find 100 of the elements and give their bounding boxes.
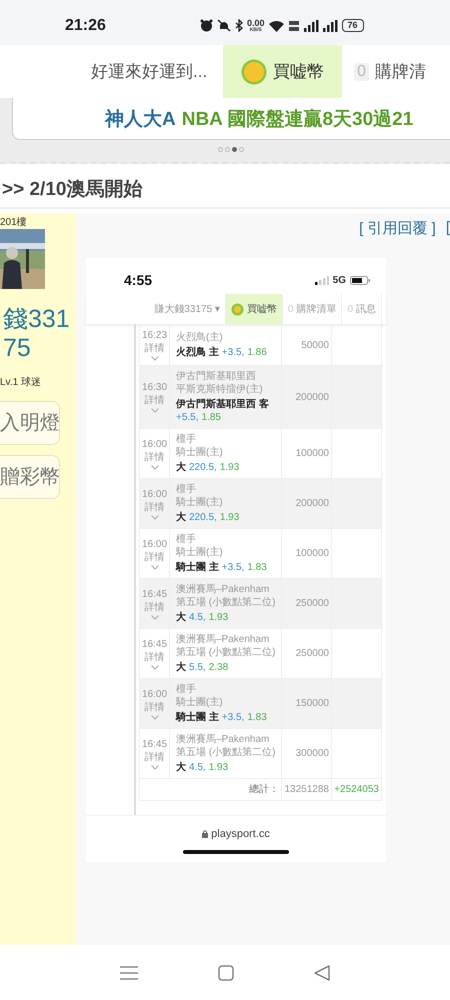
details-link[interactable]: 詳情 bbox=[142, 342, 167, 355]
bet-odds: 1.85 bbox=[202, 411, 221, 424]
back-icon[interactable] bbox=[314, 964, 330, 980]
reply-link[interactable]: [ bbox=[446, 219, 450, 238]
bet-odds: 1.93 bbox=[208, 611, 228, 624]
nav-link[interactable]: 訊息 bbox=[356, 302, 376, 316]
alarm-icon bbox=[200, 19, 213, 32]
details-link[interactable]: 詳情 bbox=[142, 550, 167, 564]
chevron-down-icon[interactable] bbox=[150, 356, 158, 361]
event-name: 平斯克斯特擂伊(主) bbox=[176, 383, 264, 396]
bet-time: 16:30 bbox=[142, 381, 167, 394]
bet-handicap: 5.5, bbox=[189, 661, 206, 674]
details-link[interactable]: 詳情 bbox=[142, 394, 167, 407]
signal-icon bbox=[314, 276, 329, 284]
bet-pick: 火烈鳥 主 bbox=[176, 346, 219, 359]
chevron-down-icon[interactable] bbox=[150, 408, 158, 413]
chevron-down-icon[interactable] bbox=[150, 564, 158, 570]
bet-odds: 1.93 bbox=[220, 461, 240, 474]
bet-amount: 150000 bbox=[282, 678, 332, 728]
carousel-dot[interactable] bbox=[225, 147, 230, 152]
bet-handicap: +3.5, bbox=[222, 711, 244, 724]
bet-time: 16:45 bbox=[142, 588, 167, 600]
mute-icon bbox=[217, 19, 231, 32]
bet-pick: 伊古門斯基耶里西 客 bbox=[176, 398, 269, 411]
bet-time: 16:00 bbox=[142, 538, 167, 550]
details-link[interactable]: 詳情 bbox=[142, 600, 167, 614]
buy-coin-button[interactable]: 買嘘幣 bbox=[226, 294, 283, 324]
event-name: 伊古門斯基耶里西 bbox=[176, 370, 257, 383]
wifi-icon bbox=[268, 20, 284, 32]
status-time: 21:26 bbox=[65, 16, 107, 34]
event-name: 騎士團(主) bbox=[176, 496, 224, 509]
bluetooth-icon bbox=[235, 19, 243, 32]
bet-handicap: +3.5, bbox=[222, 561, 244, 574]
carousel-dot[interactable] bbox=[218, 147, 223, 152]
bet-odds: 1.93 bbox=[208, 761, 228, 774]
banner-text: 神人大A bbox=[105, 108, 176, 132]
bet-pick: 大 bbox=[176, 661, 186, 674]
username[interactable]: 錢33175 bbox=[0, 305, 76, 362]
status-time: 4:55 bbox=[124, 272, 154, 288]
bet-time: 16:00 bbox=[142, 488, 167, 500]
chevron-down-icon[interactable] bbox=[150, 664, 158, 670]
event-name: 檀手 bbox=[176, 533, 197, 546]
chevron-down-icon[interactable] bbox=[150, 714, 158, 720]
reply-link[interactable]: [ 引用回覆 ] bbox=[359, 219, 436, 238]
lock-icon bbox=[202, 830, 208, 838]
bet-pick: 大 bbox=[176, 611, 186, 624]
nav-link[interactable]: 購牌清 bbox=[375, 60, 426, 83]
bet-amount: 300000 bbox=[282, 728, 332, 778]
event-name: 澳洲賽馬–Pakenham 第五場 (小數點第二位) bbox=[176, 733, 276, 759]
bet-handicap: +3.5, bbox=[222, 346, 244, 359]
event-name: 澳洲賽馬–Pakenham 第五場 (小數點第二位) bbox=[176, 583, 276, 609]
event-name: 火烈鳥(主) bbox=[176, 331, 224, 344]
chevron-down-icon[interactable] bbox=[150, 614, 158, 620]
event-name: 檀手 bbox=[176, 433, 197, 446]
event-name: 檀手 bbox=[176, 683, 197, 696]
bet-time: 16:00 bbox=[142, 438, 167, 450]
event-name: 騎士團(主) bbox=[176, 446, 224, 459]
details-link[interactable]: 詳情 bbox=[142, 450, 167, 464]
bet-handicap: 4.5, bbox=[189, 761, 206, 774]
bet-time: 16:45 bbox=[142, 638, 167, 650]
bet-amount: 200000 bbox=[282, 366, 332, 428]
thread-title: >> 2/10澳馬開始 bbox=[2, 178, 142, 202]
buy-coin-button[interactable]: 買嘘幣 bbox=[223, 45, 342, 98]
bet-pick: 大 bbox=[176, 461, 186, 474]
details-link[interactable]: 詳情 bbox=[142, 650, 167, 664]
bet-time: 16:23 bbox=[142, 329, 167, 342]
menu-icon[interactable] bbox=[120, 966, 138, 980]
details-link[interactable]: 詳情 bbox=[142, 700, 167, 714]
carousel-dot[interactable] bbox=[239, 147, 244, 152]
event-name: 澳洲賽馬–Pakenham 第五場 (小數點第二位) bbox=[176, 633, 276, 659]
battery-icon bbox=[350, 276, 370, 284]
home-icon[interactable] bbox=[218, 964, 234, 980]
event-name: 騎士團(主) bbox=[176, 696, 224, 709]
event-name: 騎士團(主) bbox=[176, 546, 224, 559]
bet-time: 16:45 bbox=[142, 738, 167, 750]
bet-handicap: 220.5, bbox=[189, 511, 217, 524]
bet-odds: 1.93 bbox=[220, 511, 240, 524]
action-button[interactable]: 贈彩幣 bbox=[0, 454, 60, 498]
floor-number: 201樓 bbox=[0, 216, 27, 229]
carousel-dot[interactable] bbox=[232, 147, 237, 152]
action-button[interactable]: 入明燈 bbox=[0, 400, 60, 444]
battery-level: 76 bbox=[342, 19, 364, 32]
chevron-down-icon[interactable] bbox=[150, 464, 158, 470]
network-type: 5G bbox=[332, 274, 346, 286]
bet-pick: 大 bbox=[176, 761, 186, 774]
nav-link[interactable]: 購牌清單 bbox=[296, 302, 336, 316]
chevron-down-icon[interactable] bbox=[150, 764, 158, 770]
signal-icon bbox=[304, 20, 319, 32]
bet-pick: 大 bbox=[176, 511, 186, 524]
bet-pick: 騎士團 主 bbox=[176, 561, 219, 574]
bet-odds: 1.83 bbox=[247, 711, 267, 724]
details-link[interactable]: 詳情 bbox=[142, 750, 167, 764]
chevron-down-icon[interactable] bbox=[150, 514, 158, 520]
bet-amount: 250000 bbox=[282, 578, 332, 628]
bet-odds: 2.38 bbox=[208, 661, 228, 674]
details-link[interactable]: 詳情 bbox=[142, 500, 167, 514]
signal-icon bbox=[322, 20, 338, 32]
network-speed: 0.00 bbox=[247, 18, 265, 28]
bet-time: 16:00 bbox=[142, 688, 167, 700]
event-name: 檀手 bbox=[176, 483, 197, 496]
